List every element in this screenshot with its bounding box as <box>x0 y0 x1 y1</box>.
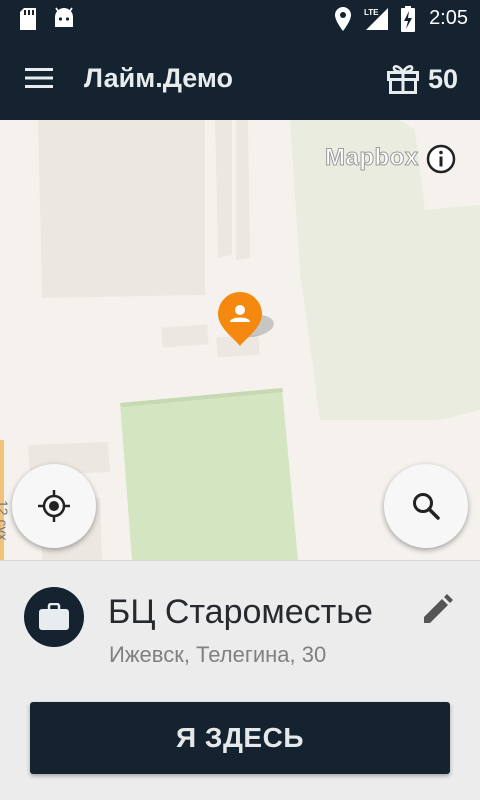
briefcase-icon <box>39 603 69 630</box>
map-view[interactable]: 12 сух Mapbox <box>0 120 480 560</box>
pencil-icon[interactable] <box>420 593 454 627</box>
my-location-button[interactable] <box>12 464 96 548</box>
gift-icon <box>386 65 419 94</box>
my-location-icon <box>38 490 70 522</box>
battery-charging-icon <box>401 6 415 32</box>
lte-label: LTE <box>364 8 379 17</box>
place-panel: БЦ Староместье Ижевск, Телегина, 30 Я ЗД… <box>0 560 480 800</box>
mapbox-logo: Mapbox <box>325 144 419 172</box>
menu-icon[interactable] <box>24 66 54 90</box>
user-location-pin-icon[interactable] <box>216 290 278 350</box>
place-address: Ижевск, Телегина, 30 <box>109 642 327 667</box>
app-title: Лайм.Демо <box>84 63 234 93</box>
bonus-button[interactable]: 50 <box>386 59 458 99</box>
place-name: БЦ Староместье <box>108 593 373 631</box>
status-time: 2:05 <box>429 7 468 29</box>
place-type-badge <box>24 587 84 647</box>
info-icon[interactable] <box>426 144 456 174</box>
bonus-count: 50 <box>427 63 458 94</box>
android-icon <box>55 7 73 27</box>
location-icon <box>335 7 351 31</box>
signal-icon: LTE <box>364 8 388 30</box>
search-icon <box>413 493 440 520</box>
app-bar: Лайм.Демо 50 <box>0 38 480 120</box>
sd-card-icon <box>20 8 36 30</box>
search-button[interactable] <box>384 464 468 548</box>
i-am-here-button[interactable]: Я ЗДЕСЬ <box>30 702 450 774</box>
street-label: 12 сух <box>0 500 11 540</box>
status-bar: LTE 2:05 <box>0 0 480 38</box>
